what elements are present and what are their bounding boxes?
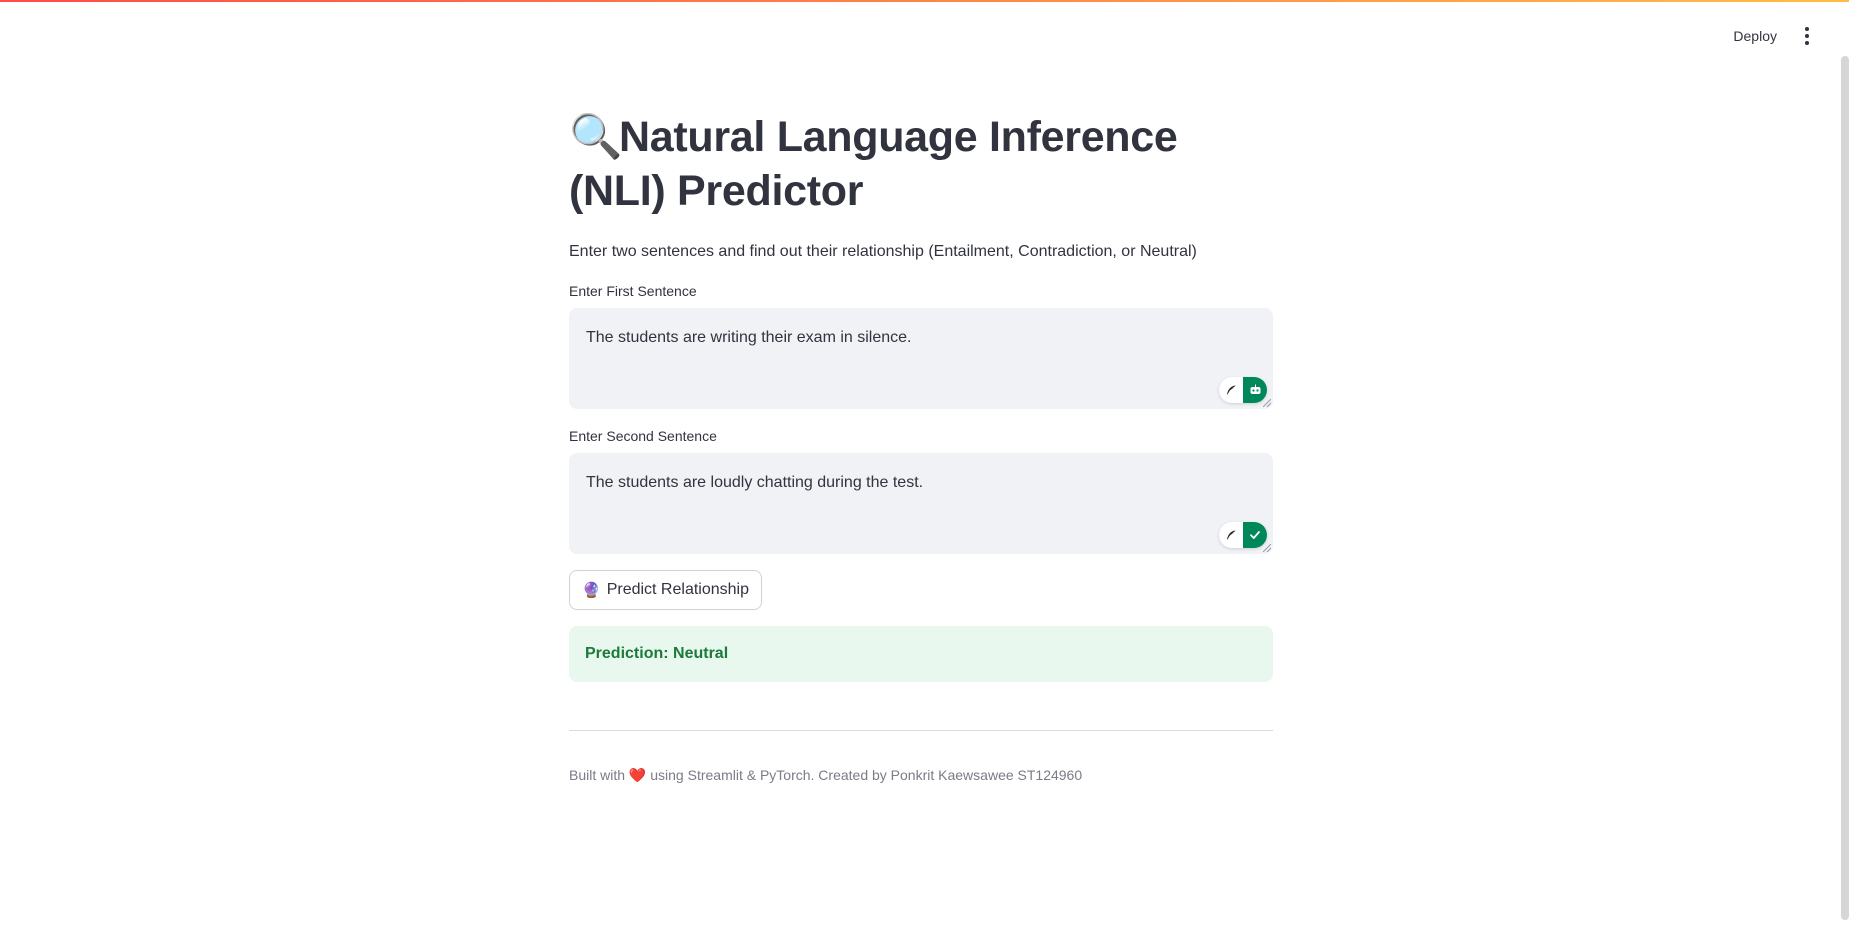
kebab-menu-icon[interactable] xyxy=(1795,22,1819,50)
feather-icon[interactable] xyxy=(1219,377,1243,403)
main-content: 🔍Natural Language Inference (NLI) Predic… xyxy=(569,110,1273,786)
footer-text-before: Built with xyxy=(569,767,626,783)
first-sentence-input[interactable]: The students are writing their exam in s… xyxy=(569,308,1273,409)
menu-dot xyxy=(1805,34,1809,38)
crystal-ball-icon: 🔮 xyxy=(582,581,601,599)
footer: Built with ❤️ using Streamlit & PyTorch.… xyxy=(569,765,1273,786)
prediction-result-alert: Prediction: Neutral xyxy=(569,626,1273,682)
predict-button-label: Predict Relationship xyxy=(606,581,749,598)
second-sentence-container: The students are loudly chatting during … xyxy=(569,453,1273,554)
second-sentence-input[interactable]: The students are loudly chatting during … xyxy=(569,453,1273,554)
divider xyxy=(569,730,1273,731)
page-subtitle: Enter two sentences and find out their r… xyxy=(569,243,1197,260)
first-sentence-label: Enter First Sentence xyxy=(569,283,697,299)
app-header: Deploy xyxy=(0,2,1849,62)
footer-text-after: using Streamlit & PyTorch. Created by Po… xyxy=(650,767,1083,783)
page-title: 🔍Natural Language Inference (NLI) Predic… xyxy=(569,110,1273,218)
first-sentence-container: The students are writing their exam in s… xyxy=(569,308,1273,409)
resize-handle[interactable] xyxy=(1263,399,1271,407)
extension-widget[interactable] xyxy=(1219,522,1267,548)
predict-relationship-button[interactable]: 🔮 Predict Relationship xyxy=(569,570,762,610)
page-title-text: Natural Language Inference (NLI) Predict… xyxy=(569,113,1178,215)
heart-icon: ❤️ xyxy=(628,768,647,784)
extension-widget[interactable] xyxy=(1219,377,1267,403)
resize-handle[interactable] xyxy=(1263,544,1271,552)
page-scrollbar[interactable] xyxy=(1841,56,1849,920)
menu-dot xyxy=(1805,41,1809,45)
feather-icon[interactable] xyxy=(1219,522,1243,548)
second-sentence-label: Enter Second Sentence xyxy=(569,428,717,444)
prediction-result-text: Prediction: Neutral xyxy=(585,645,729,662)
magnifier-icon: 🔍 xyxy=(569,112,623,162)
deploy-button[interactable]: Deploy xyxy=(1723,18,1787,54)
menu-dot xyxy=(1805,27,1809,31)
